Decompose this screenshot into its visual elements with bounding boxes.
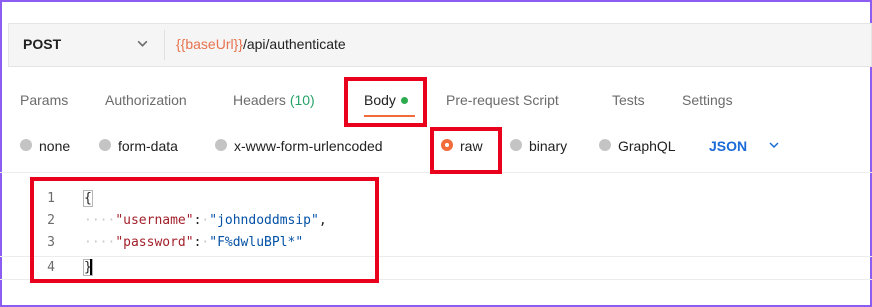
body-type-form-data[interactable]: form-data (99, 138, 178, 154)
highlight-box-raw-option (430, 127, 502, 174)
body-type-binary[interactable]: binary (510, 138, 567, 154)
tab-label: Headers (233, 92, 286, 108)
request-url-bar: POST {{baseUrl}}/api/authenticate (8, 23, 872, 67)
radio-icon (510, 139, 522, 152)
url-input[interactable]: {{baseUrl}}/api/authenticate (176, 36, 346, 52)
tab-label: Settings (682, 92, 733, 108)
tab-params[interactable]: Params (20, 92, 68, 108)
chevron-down-icon[interactable] (136, 37, 149, 50)
tab-tests[interactable]: Tests (612, 92, 645, 108)
radio-label: GraphQL (618, 138, 676, 154)
body-type-x-www-form-urlencoded[interactable]: x-www-form-urlencoded (215, 138, 383, 154)
divider (164, 30, 165, 60)
radio-label: none (39, 138, 71, 154)
highlight-box-editor (30, 177, 379, 283)
tab-label: Authorization (105, 92, 187, 108)
request-tabs: Params Authorization Headers (10) Body P… (0, 88, 872, 116)
radio-icon (99, 139, 111, 152)
radio-icon (215, 139, 227, 152)
tab-label: Tests (612, 92, 645, 108)
radio-icon (20, 139, 32, 152)
radio-label: form-data (118, 138, 178, 154)
tab-authorization[interactable]: Authorization (105, 92, 187, 108)
tab-settings[interactable]: Settings (682, 92, 733, 108)
radio-label: x-www-form-urlencoded (234, 138, 383, 154)
url-variable: {{baseUrl}} (176, 36, 243, 52)
body-type-graphql[interactable]: GraphQL (599, 138, 676, 154)
method-select[interactable]: POST (23, 36, 61, 52)
language-select[interactable]: JSON (709, 138, 747, 154)
chevron-down-icon[interactable] (768, 139, 780, 151)
radio-label: binary (529, 138, 568, 154)
tab-pre-request-script[interactable]: Pre-request Script (446, 92, 559, 108)
radio-icon (599, 139, 611, 152)
url-path: /api/authenticate (242, 36, 346, 52)
headers-count: (10) (289, 92, 315, 108)
tab-label: Pre-request Script (446, 92, 559, 108)
body-type-none[interactable]: none (20, 138, 70, 154)
tab-headers[interactable]: Headers (10) (233, 92, 315, 108)
tab-label: Params (20, 92, 69, 108)
highlight-box-body-tab (344, 77, 427, 127)
